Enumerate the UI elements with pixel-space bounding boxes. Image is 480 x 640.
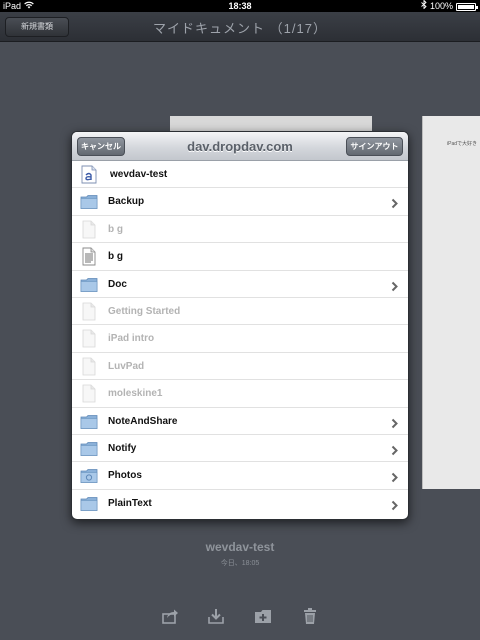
file-row: Getting Started (72, 298, 408, 326)
photos-folder-icon (80, 466, 98, 485)
file-list-item-label: iPad intro (108, 333, 155, 345)
file-list-item-label: Getting Started (108, 305, 181, 317)
folder-icon (80, 439, 98, 458)
battery-percent: 100% (429, 1, 453, 11)
file-list-item-label: Notify (108, 442, 137, 454)
file-row: b g (72, 216, 408, 244)
blank-document-icon (80, 302, 98, 321)
folder-row[interactable]: NoteAndShare (72, 408, 408, 435)
status-right: 100% (421, 0, 478, 12)
battery-icon (456, 3, 478, 11)
chevron-right-icon (389, 443, 400, 456)
status-time: 18:38 (228, 1, 252, 11)
chevron-right-icon (389, 470, 400, 483)
folder-row[interactable]: Doc (72, 271, 408, 298)
file-row: LuvPad (72, 353, 408, 381)
file-list-item-label: Backup (108, 196, 145, 208)
file-row: iPad intro (72, 325, 408, 353)
folder-row[interactable]: Photos (72, 462, 408, 490)
file-list-item-label: moleskine1 (108, 388, 163, 400)
share-icon[interactable] (161, 607, 179, 625)
next-document-preview-text: iPadで大好き (447, 141, 478, 147)
blank-document-icon (80, 384, 98, 403)
chevron-right-icon (389, 196, 400, 209)
app-document-icon (80, 165, 98, 184)
folder-icon (80, 412, 98, 431)
file-list: wevdav-test Backup b g b g Doc Getting Starte… (72, 161, 408, 517)
blank-document-icon (80, 329, 98, 348)
add-folder-icon[interactable] (254, 607, 272, 625)
file-list-item-label: LuvPad (108, 360, 145, 372)
page-title: マイドキュメント （1/17） (153, 21, 327, 36)
file-list-item-label: b g (108, 223, 123, 235)
folder-icon (80, 192, 98, 211)
file-list-item-label: wevdav-test (110, 169, 168, 180)
file-row: moleskine1 (72, 380, 408, 408)
file-list-item-label: PlainText (108, 497, 152, 509)
chevron-right-icon (389, 416, 400, 428)
text-document-icon (80, 247, 98, 266)
folder-icon (80, 494, 98, 513)
chevron-right-icon (389, 498, 400, 510)
status-bar: iPad 18:38 100% (0, 0, 480, 12)
document-name: wevdav-test (205, 540, 275, 554)
navigation-bar: 新規書類 マイドキュメント （1/17） (0, 12, 480, 42)
folder-row[interactable]: PlainText (72, 490, 408, 517)
trash-icon[interactable] (301, 607, 319, 625)
file-list-item-label: b g (108, 251, 123, 263)
file-list-root-item[interactable]: wevdav-test (72, 161, 408, 189)
download-icon[interactable] (207, 607, 225, 625)
folder-row[interactable]: Backup (72, 188, 408, 216)
bluetooth-icon (421, 0, 427, 12)
sign-out-button[interactable]: サインアウト (346, 137, 403, 156)
file-list-item-label: Photos (108, 470, 142, 482)
popover-header: キャンセル dav.dropdav.com サインアウト (72, 132, 408, 161)
file-row[interactable]: b g (72, 243, 408, 271)
document-date: 今日、18:05 (220, 560, 260, 567)
blank-document-icon (80, 357, 98, 376)
file-list-item-label: NoteAndShare (108, 415, 178, 427)
webdav-browser-popover: キャンセル dav.dropdav.com サインアウト wevdav-test… (71, 131, 409, 520)
next-document-thumbnail[interactable]: iPadで大好き (422, 116, 480, 489)
folder-row[interactable]: Notify (72, 435, 408, 463)
folder-icon (80, 275, 98, 294)
file-list-item-label: Doc (108, 278, 127, 290)
chevron-right-icon (389, 279, 400, 291)
blank-document-icon (80, 220, 98, 239)
